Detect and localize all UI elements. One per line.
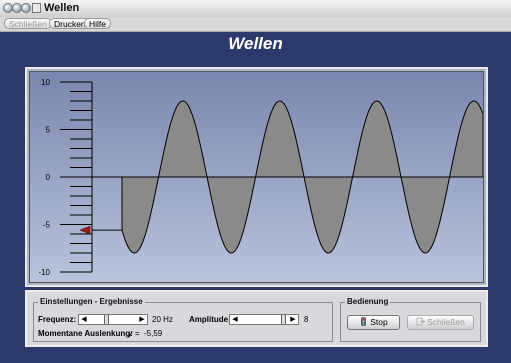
toolbar-help-button[interactable]: Hilfe	[84, 18, 112, 29]
operation-group-title: Bedienung	[345, 297, 391, 306]
stop-button[interactable]: Stop	[347, 315, 400, 330]
y-tick-label: 0	[46, 173, 51, 182]
close-button[interactable]: Schließen	[407, 315, 474, 330]
y-tick-label: -10	[38, 268, 50, 277]
page-title: Wellen	[228, 34, 283, 53]
wave-chart: 10 5 0 -5 -10	[30, 72, 483, 282]
frequency-value: 20 Hz	[152, 315, 173, 324]
exit-door-icon	[416, 317, 426, 326]
operation-group: Bedienung Stop Schließen	[340, 297, 481, 342]
amplitude-slider[interactable]: ◀ ▶	[229, 314, 299, 325]
control-panel: Einstellungen - Ergebnisse Frequenz: ◀ ▶…	[25, 290, 488, 347]
frequency-label: Frequenz:	[38, 315, 77, 324]
frequency-slider[interactable]: ◀ ▶	[78, 314, 148, 325]
slider-right-arrow-icon[interactable]: ▶	[137, 315, 147, 324]
traffic-light-icon	[361, 317, 367, 326]
amplitude-value: 8	[304, 315, 309, 324]
displacement-label: Momentane Auslenkung:	[38, 329, 133, 338]
toolbar-close-button[interactable]: Schließen	[4, 18, 52, 29]
slider-left-arrow-icon[interactable]: ◀	[230, 315, 240, 324]
page-header: Wellen	[0, 32, 511, 58]
y-tick-label: 10	[41, 78, 50, 87]
close-button-label: Schließen	[427, 317, 465, 327]
displacement-value: -5,59	[144, 329, 163, 338]
settings-group-title: Einstellungen - Ergebnisse	[38, 297, 145, 306]
document-icon	[32, 3, 41, 13]
y-tick-label: 5	[46, 126, 51, 135]
displacement-equals: =	[135, 329, 140, 338]
stop-button-label: Stop	[370, 317, 388, 327]
amplitude-slider-thumb[interactable]	[281, 315, 287, 324]
title-bar: Wellen	[0, 0, 511, 18]
amplitude-label: Amplitude:	[189, 315, 231, 324]
y-tick-label: -5	[43, 221, 51, 230]
toolbar: Schließen Drucken Hilfe	[0, 17, 511, 32]
frequency-slider-thumb[interactable]	[104, 315, 110, 324]
zoom-window-icon[interactable]	[21, 3, 31, 13]
slider-right-arrow-icon[interactable]: ▶	[288, 315, 298, 324]
settings-group: Einstellungen - Ergebnisse Frequenz: ◀ ▶…	[33, 297, 333, 342]
window-title: Wellen	[44, 2, 80, 14]
wave-panel: 10 5 0 -5 -10	[25, 67, 488, 287]
slider-left-arrow-icon[interactable]: ◀	[79, 315, 89, 324]
displacement-symbol: y	[128, 329, 133, 338]
